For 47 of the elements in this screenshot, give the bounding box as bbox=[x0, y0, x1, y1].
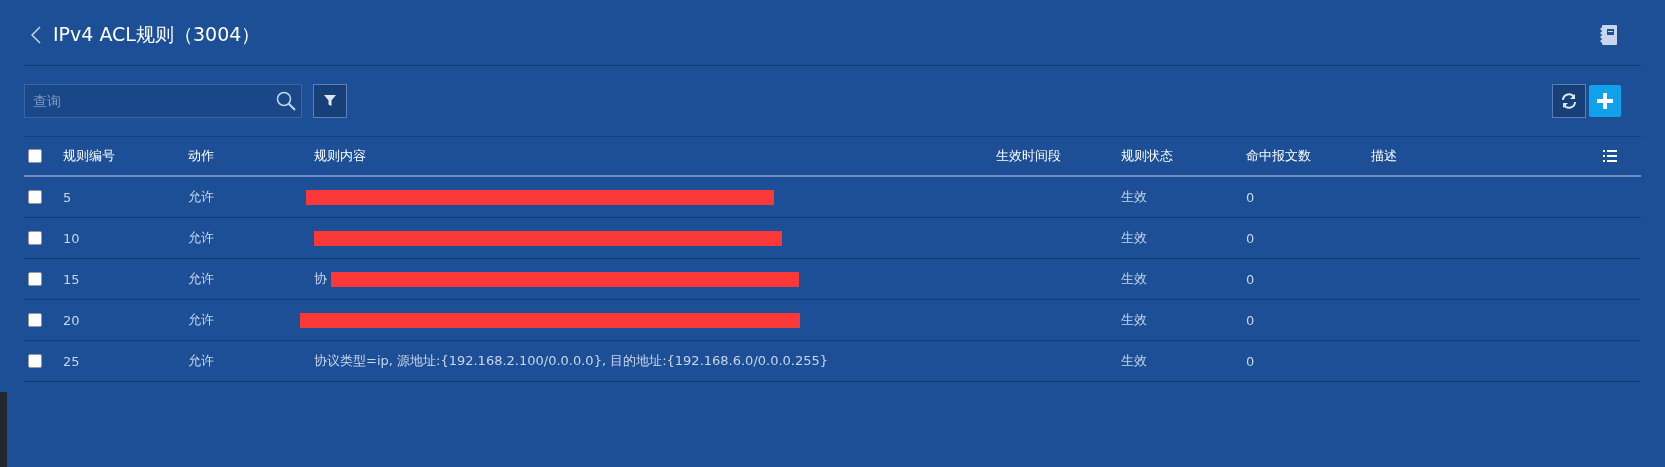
table-cell: 允许 bbox=[188, 271, 214, 286]
side-handle[interactable] bbox=[0, 392, 7, 467]
column-header: 描述 bbox=[1371, 148, 1397, 163]
column-list-icon[interactable] bbox=[1603, 150, 1617, 162]
search-field[interactable]: 查询 bbox=[24, 84, 302, 118]
row-checkbox[interactable] bbox=[28, 231, 42, 245]
select-all-checkbox[interactable] bbox=[28, 149, 42, 163]
table-cell: 生效 bbox=[1121, 189, 1147, 204]
table-cell: 5 bbox=[63, 189, 72, 205]
table-cell: 生效 bbox=[1121, 353, 1147, 368]
column-header: 生效时间段 bbox=[996, 148, 1061, 163]
table-cell: 允许 bbox=[188, 230, 214, 245]
notebook-icon[interactable] bbox=[1599, 24, 1617, 45]
column-header: 规则编号 bbox=[63, 148, 115, 163]
table-cell: 0 bbox=[1246, 271, 1255, 287]
search-icon[interactable] bbox=[276, 91, 296, 111]
table-cell: 生效 bbox=[1121, 230, 1147, 245]
table-cell: 20 bbox=[63, 312, 80, 328]
row-checkbox[interactable] bbox=[28, 190, 42, 204]
row-checkbox[interactable] bbox=[28, 272, 42, 286]
column-header: 规则内容 bbox=[314, 147, 366, 165]
table-cell: 0 bbox=[1246, 312, 1255, 328]
back-icon[interactable] bbox=[31, 25, 41, 44]
column-header: 动作 bbox=[188, 148, 214, 163]
column-header: 命中报文数 bbox=[1246, 148, 1311, 163]
refresh-button[interactable] bbox=[1552, 84, 1586, 118]
table-cell: 0 bbox=[1246, 189, 1255, 205]
filter-icon bbox=[324, 95, 336, 107]
table-cell: 10 bbox=[63, 230, 80, 246]
table-cell: 生效 bbox=[1121, 312, 1147, 327]
row-checkbox[interactable] bbox=[28, 313, 42, 327]
table-cell: 0 bbox=[1246, 353, 1255, 369]
table-cell: 协议类型=ip, 源地址:{192.168.2.100/0.0.0.0}, 目的地址:{192.168.6.0/0.0.0.255} bbox=[314, 352, 829, 370]
row-checkbox[interactable] bbox=[28, 354, 42, 368]
column-header: 规则状态 bbox=[1121, 148, 1173, 163]
table-cell: 协 bbox=[314, 270, 327, 288]
filter-button[interactable] bbox=[313, 84, 347, 118]
table-cell: 生效 bbox=[1121, 271, 1147, 286]
refresh-icon bbox=[1561, 93, 1577, 109]
plus-icon bbox=[1597, 93, 1613, 109]
table-cell: 0 bbox=[1246, 230, 1255, 246]
table-cell: 允许 bbox=[188, 353, 214, 368]
table-cell: 15 bbox=[63, 271, 80, 287]
page-title: IPv4 ACL规则（3004） bbox=[53, 21, 261, 47]
table-cell: 25 bbox=[63, 353, 80, 369]
table-cell: 允许 bbox=[188, 189, 214, 204]
table-cell: 允许 bbox=[188, 312, 214, 327]
